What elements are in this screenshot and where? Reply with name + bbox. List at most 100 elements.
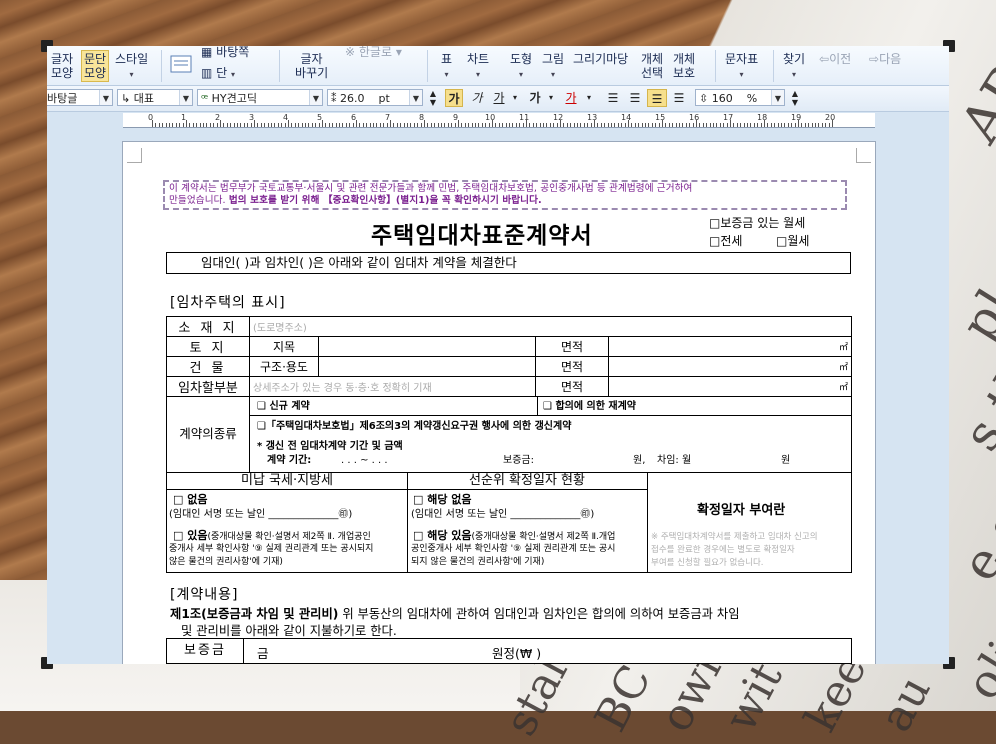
ruler-tick (396, 123, 398, 127)
chart-button[interactable]: 차트 ▾ (467, 52, 489, 82)
building-label: 건 물 (166, 356, 250, 377)
chevron-down-icon[interactable]: ▾ (581, 89, 597, 107)
ruler-tick (475, 123, 476, 127)
ruler-tick (240, 123, 242, 127)
char-change-button[interactable]: 글자 바꾸기 (295, 52, 328, 80)
checkbox-jeonse[interactable]: □전세 (709, 232, 742, 249)
font-size-combo[interactable]: ⁑ 26.0 pt ▼ (327, 89, 423, 106)
tax-header: 미납 국세·지방세 (167, 473, 408, 490)
ruler-tick (570, 123, 572, 127)
area-input[interactable]: ㎡ (608, 356, 852, 377)
ruler-tick (322, 120, 323, 127)
priority-applicable-option[interactable]: □ 해당 있음 (413, 529, 472, 542)
lang-combo-value: 대표 (133, 92, 154, 105)
picture-button[interactable]: 그림 ▾ (542, 52, 564, 82)
prev-button[interactable]: ⇦이전 (819, 52, 851, 66)
ruler-tick (689, 123, 691, 127)
next-button[interactable]: ⇨다음 (869, 52, 901, 66)
lang-combo[interactable]: ↳ 대표 ▼ (117, 89, 193, 106)
ruler-tick (828, 123, 830, 127)
ruler-tick (706, 123, 708, 127)
ruler-tick (339, 123, 340, 127)
object-select-button[interactable]: 개체 선택 (641, 52, 663, 80)
align-justify-icon[interactable]: ☰ (605, 89, 621, 107)
columns-button[interactable]: ▥ 단 ▾ (201, 66, 235, 82)
align-right-icon[interactable]: ☰ (671, 89, 687, 107)
ruler-tick (811, 123, 813, 127)
para-shape-button[interactable]: 문단 모양 (81, 50, 110, 82)
location-input[interactable]: (도로명주소) (249, 316, 852, 337)
priority-sign-line[interactable]: (임대인 서명 또는 날인 ______________㊞) (411, 508, 594, 521)
ribbon: 글자 모양 문단 모양 스타일 ▾ ▦ 바탕쪽 ▥ 단 ▾ 글자 바꾸기 ※ 한글… (47, 46, 949, 86)
ruler-tick (349, 123, 351, 127)
chevron-down-icon: ▾ (129, 70, 134, 79)
object-protect-button[interactable]: 개체 보호 (673, 52, 695, 80)
land-label: 토 지 (166, 336, 250, 357)
land-type-input[interactable] (318, 336, 536, 357)
size-stepper[interactable]: ▲ ▼ (425, 89, 441, 107)
ruler-tick (417, 123, 419, 127)
ruler-tick (634, 123, 636, 127)
ruler-tick (770, 123, 772, 127)
underline-button[interactable]: 가 (491, 89, 507, 107)
chevron-down-icon[interactable]: ▾ (507, 89, 523, 107)
drawing-button[interactable]: 그리기마당 (573, 52, 628, 66)
new-contract-option[interactable]: ❑ 신규 계약 (257, 400, 310, 413)
ruler-tick (179, 123, 181, 127)
document-page[interactable]: 이 계약서는 법무부가 국토교통부·서울시 및 관련 전문가들과 함께 민법, … (123, 142, 875, 664)
ruler-tick (546, 123, 548, 127)
char-shape-button[interactable]: 글자 모양 (51, 52, 73, 80)
line-spacing-combo[interactable]: ⇳ 160 % ▼ (695, 89, 785, 106)
area-input[interactable]: ㎡ (608, 376, 852, 397)
background-page-button[interactable]: ▦ 바탕쪽 (201, 46, 249, 59)
area-input[interactable]: ㎡ (608, 336, 852, 357)
tax-sign-line[interactable]: (임대인 서명 또는 날인 ______________㊞) (169, 508, 352, 521)
font-color-button[interactable]: 가 (563, 89, 579, 107)
deposit-amount-input[interactable]: 원정(₩ ) (492, 643, 541, 662)
arrow-right-icon: ⇨ (869, 52, 880, 66)
ruler-tick (624, 123, 626, 127)
rent-part-input[interactable]: 상세주소가 있는 경우 동·층·호 정확히 기재 (249, 376, 536, 397)
hanja-button[interactable]: ※ 한글로 ▾ (345, 46, 402, 59)
align-center-icon[interactable]: ☰ (647, 89, 667, 107)
find-button[interactable]: 찾기 ▾ (783, 52, 805, 82)
priority-na-option[interactable]: □ 해당 없음 (413, 493, 472, 506)
checkbox-monthly-deposit[interactable]: □보증금 있는 월세 (709, 214, 805, 231)
tax-exists-note: 중개사 세부 확인사항 '⑨ 실제 권리관계 또는 공시되지 (169, 544, 374, 554)
rent-part-label: 임차할부분 (166, 376, 250, 397)
renewal-option[interactable]: ❑「주택임대차보호법」제6조의3의 계약갱신요구권 행사에 의한 갱신계약 (257, 420, 571, 433)
horizontal-ruler[interactable]: 0 1 2 3 4 5 6 7 8 9 10 11 12 13 14 15 16… (123, 113, 875, 128)
sqm-unit: ㎡ (838, 363, 848, 373)
tax-exists-option[interactable]: □ 있음 (173, 529, 207, 542)
area-label: 면적 (535, 376, 609, 397)
ruler-tick (376, 123, 378, 127)
ruler-tick (277, 123, 279, 127)
italic-button[interactable]: 가 (469, 89, 485, 107)
agreed-renew-option[interactable]: ❑ 합의에 의한 재계약 (543, 400, 636, 413)
ruler-tick (403, 123, 405, 127)
style-combo[interactable]: 바탕글 ▼ (47, 89, 113, 106)
chevron-down-icon[interactable]: ▾ (543, 89, 559, 107)
ruler-tick (420, 123, 422, 127)
char-table-button[interactable]: 문자표 ▾ (725, 52, 758, 82)
structure-input[interactable] (318, 356, 536, 377)
line-spacing-stepper[interactable]: ▲ ▼ (787, 89, 803, 107)
strike-button[interactable]: 가 (527, 89, 543, 107)
ruler-tick (743, 123, 745, 127)
align-left-icon[interactable]: ☰ (627, 89, 643, 107)
tax-none-option[interactable]: □ 없음 (173, 493, 207, 506)
ruler-tick (747, 123, 748, 127)
table-button[interactable]: 표 ▾ (441, 52, 452, 82)
contract-period-dates[interactable]: . . . ~ . . . (341, 454, 388, 467)
chevron-down-icon: ▼ (309, 90, 322, 105)
ruler-tick (781, 123, 782, 127)
ruler-tick (196, 123, 198, 127)
ruler-tick (464, 123, 466, 127)
shape-button[interactable]: 도형 ▾ (510, 52, 532, 82)
checkbox-monthly[interactable]: □월세 (776, 232, 809, 249)
style-button[interactable]: 스타일 ▾ (115, 52, 148, 82)
font-combo[interactable]: ꟹ HY견고딕 ▼ (197, 89, 323, 106)
chevron-down-icon: ▼ (99, 90, 112, 105)
style-label: 스타일 (115, 52, 149, 66)
bold-button[interactable]: 가 (445, 89, 463, 107)
